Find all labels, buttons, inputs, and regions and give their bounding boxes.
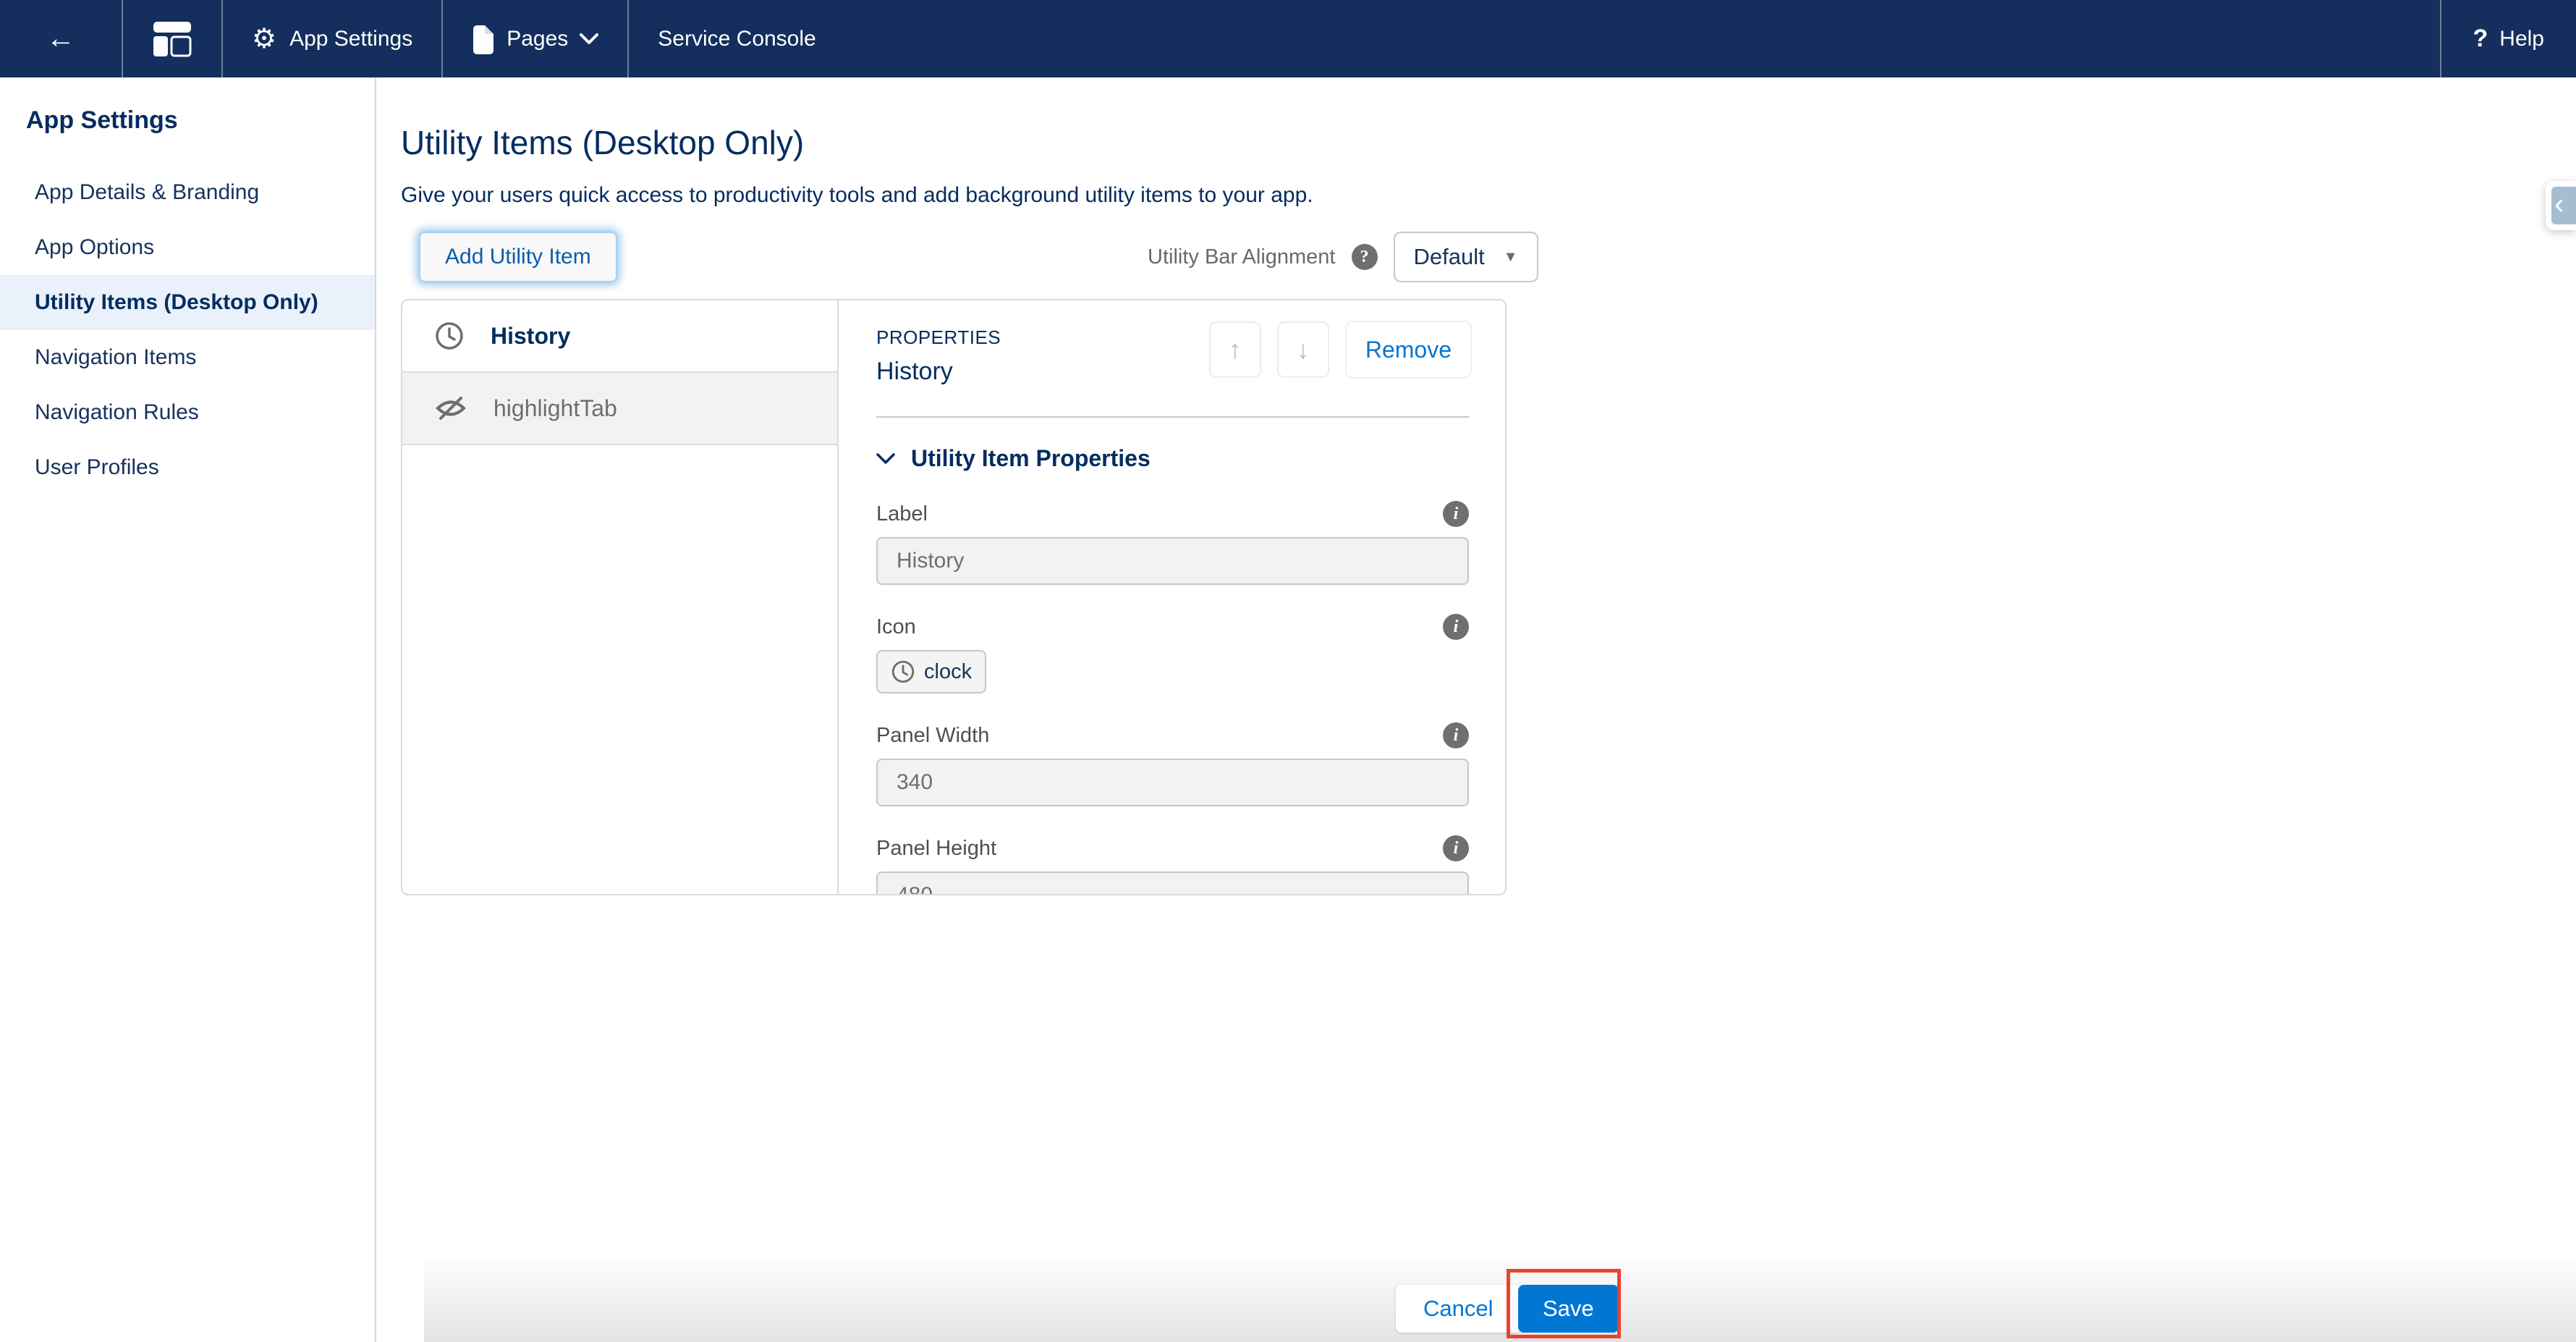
- utility-item-label: highlightTab: [493, 395, 617, 422]
- panel-height-field-row: Panel Height i: [876, 835, 1469, 861]
- navbar-right: ? Help: [2440, 0, 2576, 77]
- chevron-down-icon: [580, 33, 598, 45]
- chevron-down-icon: [876, 453, 895, 465]
- panel-height-label: Panel Height: [876, 837, 996, 861]
- utility-item-list: History highlightTab: [402, 300, 839, 894]
- page-title: Utility Items (Desktop Only): [401, 123, 804, 162]
- nav-pages-label: Pages: [507, 27, 568, 51]
- utility-items-card: History highlightTab PROPERTIES History …: [401, 299, 1507, 895]
- properties-panel: PROPERTIES History ↑ ↓ Remove: [839, 300, 1505, 894]
- sidebar-heading: App Settings: [0, 77, 375, 165]
- layout-icon: [152, 20, 192, 58]
- arrow-up-icon: ↑: [1229, 334, 1242, 365]
- canvas-button[interactable]: [123, 0, 223, 77]
- page-subtitle: Give your users quick access to producti…: [401, 183, 1313, 208]
- icon-chip-value: clock: [924, 660, 972, 684]
- panel-height-input[interactable]: [876, 872, 1469, 895]
- utility-item-row-highlighttab[interactable]: highlightTab: [402, 373, 837, 445]
- utility-bar-alignment-label: Utility Bar Alignment: [1148, 245, 1336, 269]
- top-navbar: ← ⚙ App Settings Pages Service Console: [0, 0, 2576, 77]
- move-down-button[interactable]: ↓: [1277, 321, 1329, 378]
- help-button[interactable]: ? Help: [2440, 0, 2576, 77]
- nav-tab-app-settings[interactable]: ⚙ App Settings: [223, 0, 443, 77]
- alignment-dropdown[interactable]: Default ▼: [1394, 232, 1538, 282]
- chevron-left-icon: ‹: [2551, 187, 2576, 224]
- section-title: Utility Item Properties: [911, 445, 1151, 472]
- panel-width-label: Panel Width: [876, 724, 989, 748]
- alignment-dropdown-value: Default: [1414, 244, 1485, 270]
- back-arrow-icon: ←: [29, 22, 93, 55]
- main-content: Utility Items (Desktop Only) Give your u…: [378, 77, 2576, 1342]
- utility-bar-alignment-group: Utility Bar Alignment ? Default ▼: [1148, 232, 1538, 282]
- arrow-down-icon: ↓: [1297, 334, 1310, 365]
- remove-button[interactable]: Remove: [1345, 321, 1472, 379]
- nav-tab-pages[interactable]: Pages: [443, 0, 629, 77]
- icon-field-label: Icon: [876, 615, 916, 639]
- question-mark-icon: ?: [2473, 25, 2488, 53]
- app-builder-screen: ← ⚙ App Settings Pages Service Console: [0, 0, 2576, 1342]
- info-icon[interactable]: i: [1443, 835, 1469, 861]
- clock-icon: [434, 321, 465, 351]
- back-button[interactable]: ←: [0, 0, 123, 77]
- footer-action-bar: Cancel Save: [424, 1262, 2576, 1342]
- cancel-button[interactable]: Cancel: [1396, 1285, 1521, 1333]
- sidebar-item-user-profiles[interactable]: User Profiles: [0, 440, 375, 495]
- sidebar-item-app-options[interactable]: App Options: [0, 220, 375, 275]
- add-utility-item-button[interactable]: Add Utility Item: [419, 232, 617, 282]
- clock-icon: [891, 659, 915, 684]
- sidebar-item-navigation-rules[interactable]: Navigation Rules: [0, 385, 375, 440]
- label-field-label: Label: [876, 502, 928, 526]
- label-field-row: Label i: [876, 501, 1469, 527]
- move-up-button[interactable]: ↑: [1209, 321, 1261, 378]
- properties-divider: [876, 416, 1469, 418]
- nav-app-settings-label: App Settings: [289, 27, 412, 51]
- save-button[interactable]: Save: [1518, 1285, 1619, 1333]
- settings-sidebar: App Settings App Details & Branding App …: [0, 77, 376, 1342]
- utility-item-label: History: [491, 323, 570, 350]
- page-icon: [472, 24, 495, 54]
- eye-slash-icon: [434, 394, 467, 422]
- help-label: Help: [2499, 27, 2544, 51]
- properties-actions: ↑ ↓ Remove: [1209, 321, 1472, 379]
- label-input[interactable]: [876, 537, 1469, 585]
- sidebar-item-utility-items[interactable]: Utility Items (Desktop Only): [0, 275, 375, 330]
- collapse-panel-button[interactable]: ‹: [2546, 181, 2576, 230]
- caret-down-icon: ▼: [1504, 249, 1518, 266]
- icon-picker-chip[interactable]: clock: [876, 650, 986, 693]
- sidebar-item-app-details-branding[interactable]: App Details & Branding: [0, 165, 375, 220]
- app-name-label: Service Console: [658, 27, 815, 51]
- panel-width-field-row: Panel Width i: [876, 722, 1469, 748]
- utility-item-row-history[interactable]: History: [402, 300, 837, 373]
- info-icon[interactable]: ?: [1352, 244, 1378, 270]
- sidebar-item-navigation-items[interactable]: Navigation Items: [0, 330, 375, 385]
- icon-field-row: Icon i: [876, 614, 1469, 640]
- gear-icon: ⚙: [252, 25, 276, 53]
- info-icon[interactable]: i: [1443, 614, 1469, 640]
- app-name: Service Console: [629, 0, 844, 77]
- info-icon[interactable]: i: [1443, 501, 1469, 527]
- panel-width-input[interactable]: [876, 759, 1469, 806]
- utility-item-properties-section-toggle[interactable]: Utility Item Properties: [876, 445, 1469, 472]
- info-icon[interactable]: i: [1443, 722, 1469, 748]
